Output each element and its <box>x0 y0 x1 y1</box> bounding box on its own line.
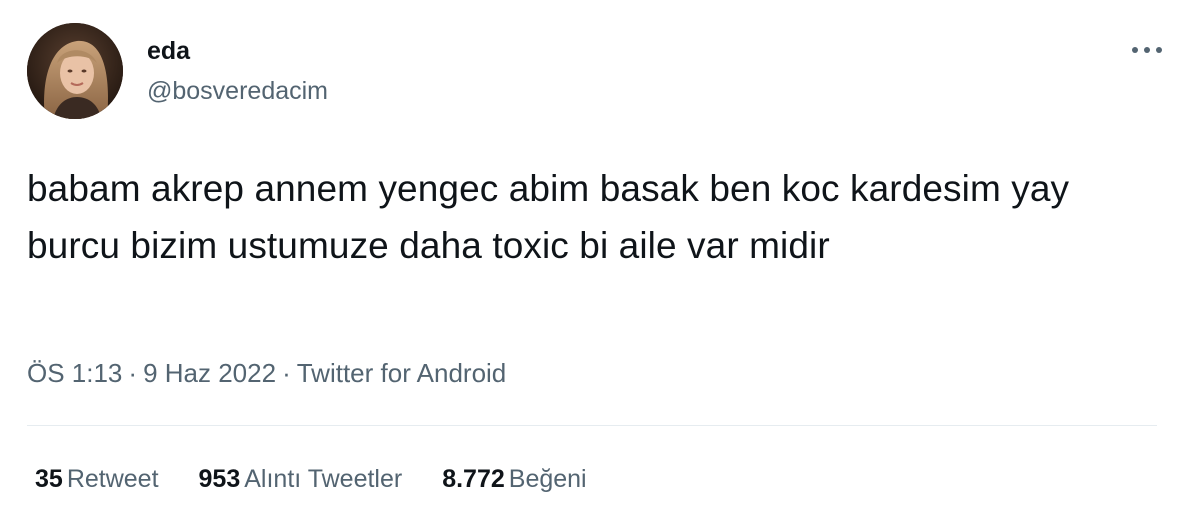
tweet-card: eda @bosveredacim babam akrep annem yeng… <box>0 0 1184 512</box>
tweet-date[interactable]: 9 Haz 2022 <box>143 358 276 388</box>
likes-label: Beğeni <box>508 465 587 493</box>
author-info: eda @bosveredacim <box>147 35 328 107</box>
tweet-time[interactable]: ÖS 1:13 <box>27 358 122 388</box>
more-dot <box>1156 47 1162 53</box>
more-options-button[interactable] <box>1132 36 1162 64</box>
user-handle[interactable]: @bosveredacim <box>147 75 328 107</box>
divider <box>27 425 1157 426</box>
tweet-metadata: ÖS 1:13 · 9 Haz 2022 · Twitter for Android <box>27 356 506 390</box>
tweet-text: babam akrep annem yengec abim basak ben … <box>27 168 1070 266</box>
quotes-label: Alıntı Tweetler <box>244 465 403 493</box>
likes-stat[interactable]: 8.772 Beğeni <box>442 462 586 496</box>
more-horizontal-icon <box>1132 47 1138 53</box>
more-dot <box>1144 47 1150 53</box>
likes-count: 8.772 <box>442 465 505 493</box>
retweets-stat[interactable]: 35 Retweet <box>35 462 159 496</box>
retweets-label: Retweet <box>66 465 159 493</box>
engagement-stats: 35 Retweet 953 Alıntı Tweetler 8.772 Beğeni <box>35 462 627 496</box>
display-name[interactable]: eda <box>147 35 328 67</box>
tweet-source[interactable]: Twitter for Android <box>297 358 507 388</box>
quotes-stat[interactable]: 953 Alıntı Tweetler <box>199 462 403 496</box>
avatar[interactable] <box>27 23 123 119</box>
quotes-count: 953 <box>198 465 241 493</box>
retweets-count: 35 <box>35 465 63 493</box>
profile-photo-icon <box>27 23 123 119</box>
separator: · <box>128 358 138 388</box>
separator: · <box>282 358 291 388</box>
